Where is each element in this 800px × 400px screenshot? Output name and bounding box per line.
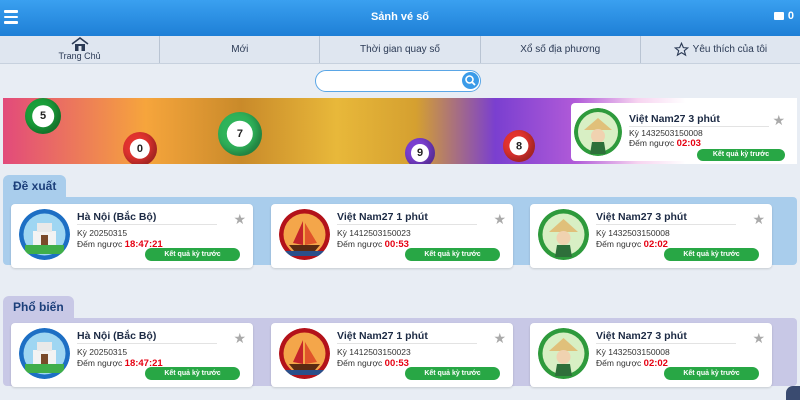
game-name: Việt Nam27 3 phút — [596, 211, 687, 223]
tab-favorites[interactable]: Yêu thích của tôi — [641, 36, 800, 63]
countdown-label: Đếm ngược — [596, 239, 642, 249]
top-header: Sảnh vé số 0 — [0, 0, 800, 36]
tab-home[interactable]: Trang Chủ — [0, 36, 161, 63]
game-card-hanoi[interactable]: Hà Nội (Bắc Bộ) Kỳ 20250315 Đếm ngược 18… — [11, 204, 253, 268]
vietnam27-3min-logo — [538, 209, 589, 260]
game-card-vietnam27-3min[interactable]: Việt Nam27 3 phút Kỳ 1432503150008 Đếm n… — [530, 204, 772, 268]
countdown-label: Đếm ngược — [337, 239, 383, 249]
game-name: Việt Nam27 1 phút — [337, 330, 428, 342]
previous-result-button[interactable]: Kết quả kỳ trước — [145, 367, 240, 380]
lottery-ball: 5 — [25, 98, 61, 134]
tab-label: Mới — [231, 44, 249, 55]
game-card-vietnam27-3min[interactable]: Việt Nam27 3 phút Kỳ 1432503150008 Đếm n… — [530, 323, 772, 387]
search-bar — [315, 70, 481, 92]
countdown-time: 02:03 — [676, 138, 701, 149]
tab-local-lottery[interactable]: Xổ số địa phương — [481, 36, 641, 63]
floating-action-icon[interactable] — [786, 386, 800, 400]
balance-amount: 0 — [787, 10, 794, 22]
draw-period: Kỳ 1412503150023 — [337, 347, 411, 357]
favorite-star-icon[interactable]: ★ — [233, 211, 246, 228]
lottery-ball: 7 — [218, 112, 262, 156]
divider — [77, 224, 217, 225]
previous-result-button[interactable]: Kết quả kỳ trước — [405, 367, 500, 380]
countdown: Đếm ngược 02:02 — [596, 358, 668, 369]
game-name: Việt Nam27 3 phút — [596, 330, 687, 342]
tab-label: Yêu thích của tôi — [692, 44, 768, 55]
star-icon — [673, 42, 689, 57]
vietnam27-1min-logo — [279, 209, 330, 260]
game-name: Việt Nam27 3 phút — [629, 113, 720, 125]
game-card-hanoi[interactable]: Hà Nội (Bắc Bộ) Kỳ 20250315 Đếm ngược 18… — [11, 323, 253, 387]
divider — [337, 224, 477, 225]
game-name: Hà Nội (Bắc Bộ) — [77, 330, 157, 342]
tab-label: Trang Chủ — [58, 51, 101, 61]
tab-new[interactable]: Mới — [160, 36, 321, 63]
game-name: Hà Nội (Bắc Bộ) — [77, 211, 157, 223]
divider — [596, 343, 736, 344]
countdown: Đếm ngược 00:53 — [337, 239, 409, 250]
vietnam27-logo — [574, 108, 622, 156]
countdown-time: 02:02 — [643, 358, 668, 369]
featured-game-card[interactable]: Việt Nam27 3 phút Kỳ 1432503150008 Đếm n… — [571, 103, 793, 161]
favorite-star-icon[interactable]: ★ — [752, 211, 765, 228]
countdown: Đếm ngược 00:53 — [337, 358, 409, 369]
draw-period: Kỳ 1432503150008 — [629, 128, 703, 138]
search-input[interactable] — [326, 72, 466, 91]
section-popular: Hà Nội (Bắc Bộ) Kỳ 20250315 Đếm ngược 18… — [3, 318, 797, 387]
section-title-recommended: Đề xuất — [3, 175, 67, 197]
divider — [337, 343, 477, 344]
previous-result-button[interactable]: Kết quả kỳ trước — [145, 248, 240, 261]
favorite-star-icon[interactable]: ★ — [493, 211, 506, 228]
divider — [629, 126, 769, 127]
countdown-label: Đếm ngược — [77, 239, 123, 249]
countdown: Đếm ngược 02:03 — [629, 138, 701, 149]
draw-period: Kỳ 1432503150008 — [596, 228, 670, 238]
section-title-popular: Phổ biến — [3, 296, 74, 318]
promo-banner[interactable]: 5 0 7 9 8 Việt Nam27 3 phút Kỳ 143250315… — [3, 98, 797, 164]
countdown-label: Đếm ngược — [629, 138, 675, 148]
lottery-ball: 9 — [405, 138, 435, 164]
draw-period: Kỳ 20250315 — [77, 347, 128, 357]
countdown-label: Đếm ngược — [337, 358, 383, 368]
countdown-label: Đếm ngược — [77, 358, 123, 368]
draw-period: Kỳ 1412503150023 — [337, 228, 411, 238]
favorite-star-icon[interactable]: ★ — [493, 330, 506, 347]
previous-result-button[interactable]: Kết quả kỳ trước — [405, 248, 500, 261]
favorite-star-icon[interactable]: ★ — [772, 112, 785, 129]
lottery-ball: 8 — [503, 130, 535, 162]
hanoi-logo — [19, 209, 70, 260]
hanoi-logo — [19, 328, 70, 379]
game-name: Việt Nam27 1 phút — [337, 211, 428, 223]
countdown-time: 00:53 — [384, 358, 409, 369]
game-card-vietnam27-1min[interactable]: Việt Nam27 1 phút Kỳ 1412503150023 Đếm n… — [271, 204, 513, 268]
nav-tabs: Trang Chủ Mới Thời gian quay số Xổ số đị… — [0, 36, 800, 64]
page-title: Sảnh vé số — [370, 11, 430, 23]
tab-label: Xổ số địa phương — [520, 44, 601, 55]
draw-period: Kỳ 1432503150008 — [596, 347, 670, 357]
favorite-star-icon[interactable]: ★ — [233, 330, 246, 347]
countdown-time: 02:02 — [643, 239, 668, 250]
draw-period: Kỳ 20250315 — [77, 228, 128, 238]
countdown-time: 00:53 — [384, 239, 409, 250]
previous-result-button[interactable]: Kết quả kỳ trước — [664, 248, 759, 261]
vietnam27-3min-logo — [538, 328, 589, 379]
wallet-balance[interactable]: 0 — [773, 10, 794, 22]
lottery-ball: 0 — [123, 132, 157, 164]
vietnam27-1min-logo — [279, 328, 330, 379]
previous-result-button[interactable]: Kết quả kỳ trước — [697, 149, 785, 161]
game-card-vietnam27-1min[interactable]: Việt Nam27 1 phút Kỳ 1412503150023 Đếm n… — [271, 323, 513, 387]
divider — [596, 224, 736, 225]
countdown-label: Đếm ngược — [596, 358, 642, 368]
section-recommended: Hà Nội (Bắc Bộ) Kỳ 20250315 Đếm ngược 18… — [3, 197, 797, 268]
countdown: Đếm ngược 02:02 — [596, 239, 668, 250]
wallet-icon — [773, 12, 784, 20]
tab-draw-time[interactable]: Thời gian quay số — [320, 36, 481, 63]
search-icon — [465, 75, 476, 86]
home-icon — [71, 37, 89, 51]
divider — [77, 343, 217, 344]
search-button[interactable] — [462, 72, 479, 89]
previous-result-button[interactable]: Kết quả kỳ trước — [664, 367, 759, 380]
tab-label: Thời gian quay số — [360, 44, 440, 55]
favorite-star-icon[interactable]: ★ — [752, 330, 765, 347]
